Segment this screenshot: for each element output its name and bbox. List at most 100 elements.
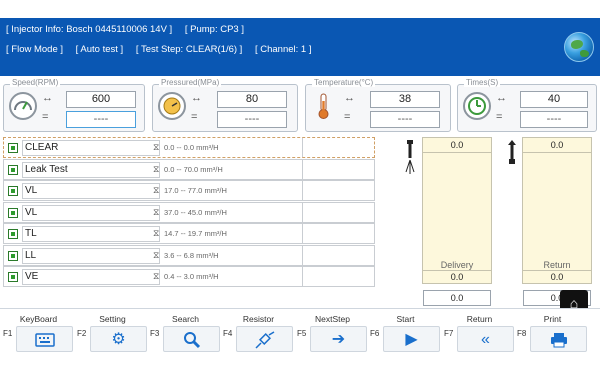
time-caption: Times(S): [464, 78, 501, 87]
equals-symbol: =: [42, 111, 49, 123]
speed-set[interactable]: ----: [66, 111, 136, 128]
delivery-bottom-value: 0.0: [423, 270, 491, 283]
test-step: [ Test Step: CLEAR(1/6) ]: [135, 44, 243, 55]
equals-symbol: =: [496, 111, 503, 123]
delivery-result: 0.0: [423, 290, 491, 306]
step-name: CLEAR: [22, 140, 160, 156]
fkey-number: F4: [223, 329, 233, 338]
f1-keyboard-button[interactable]: KeyBoard F1: [2, 309, 75, 353]
test-row[interactable]: VL ⧖ 17.0 -- 77.0 mm³/H: [3, 180, 375, 201]
test-row[interactable]: VL ⧖ 37.0 -- 45.0 mm³/H: [3, 201, 375, 223]
speed-panel: Speed(RPM) ↔ = 600 ----: [3, 78, 145, 132]
fkey-button[interactable]: ⚙: [90, 326, 147, 352]
f7-return-button[interactable]: Return F7 «: [443, 309, 516, 353]
step-name: LL: [22, 247, 160, 264]
fkey-label: KeyBoard: [19, 314, 58, 324]
header-bar: [ Injector Info: Bosch 0445110006 14V ] …: [0, 18, 600, 76]
equals-symbol: =: [191, 111, 198, 123]
fkey-button[interactable]: ➔: [310, 326, 367, 352]
fkey-button[interactable]: ▶: [383, 326, 440, 352]
keyboard-icon: [17, 327, 72, 351]
arrows-symbol: ↔: [191, 92, 202, 104]
test-row[interactable]: VE ⧖ 0.4 -- 3.0 mm³/H: [3, 266, 375, 287]
fkey-label: Resistor: [242, 314, 275, 324]
step-checkbox[interactable]: [8, 229, 18, 239]
fkey-label: NextStep: [315, 314, 350, 324]
step-range: 0.0 -- 70.0 mm³/H: [164, 164, 223, 174]
injector-icon: ⧖: [153, 206, 160, 217]
column-divider: [302, 267, 303, 286]
pump-info: [ Pump: CP3 ]: [184, 24, 244, 35]
injector-icon: ⧖: [153, 163, 160, 174]
arrows-symbol: ↔: [42, 92, 53, 104]
step-checkbox[interactable]: [8, 186, 18, 196]
pressure-caption: Pressured(MPa): [159, 78, 222, 87]
fkey-number: F8: [517, 329, 527, 338]
step-checkbox[interactable]: [8, 143, 18, 153]
column-divider: [302, 181, 303, 200]
test-row[interactable]: Leak Test ⧖ 0.0 -- 70.0 mm³/H: [3, 158, 375, 180]
step-range: 0.4 -- 3.0 mm³/H: [164, 272, 219, 281]
speed-value[interactable]: 600: [66, 91, 136, 108]
step-range: 3.6 -- 6.8 mm³/H: [164, 250, 219, 260]
fkey-number: F3: [150, 329, 160, 338]
f5-nextstep-button[interactable]: NextStep F5 ➔: [296, 309, 369, 353]
fkey-button[interactable]: [163, 326, 220, 352]
f3-search-button[interactable]: Search F3: [149, 309, 222, 353]
time-value[interactable]: 40: [520, 91, 588, 108]
mode-info-line: [ Flow Mode ] [ Auto test ] [ Test Step:…: [6, 44, 321, 55]
injector-info: [ Injector Info: Bosch 0445110006 14V ]: [6, 24, 173, 35]
search-icon: [164, 327, 219, 351]
step-checkbox[interactable]: [8, 207, 18, 218]
column-divider: [302, 202, 303, 222]
return-injector-icon: [507, 140, 517, 179]
temperature-value[interactable]: 38: [370, 91, 440, 108]
test-row[interactable]: LL ⧖ 3.6 -- 6.8 mm³/H: [3, 244, 375, 266]
temperature-set[interactable]: ----: [370, 111, 440, 128]
fkey-label: Print: [543, 314, 562, 324]
step-name: VL: [22, 204, 160, 221]
time-set[interactable]: ----: [520, 111, 588, 128]
test-step-table: CLEAR ⧖ 0.0 -- 0.0 mm³/H Leak Test ⧖ 0.0…: [3, 137, 375, 288]
pressure-set[interactable]: ----: [217, 111, 287, 128]
column-divider: [302, 159, 303, 179]
step-checkbox[interactable]: [8, 164, 18, 175]
step-name: VE: [22, 269, 160, 285]
step-name: TL: [22, 226, 160, 242]
channel-info: [ Channel: 1 ]: [254, 44, 312, 55]
step-name: VL: [22, 183, 160, 199]
injector-icon: ⧖: [153, 142, 160, 152]
globe-icon[interactable]: [564, 32, 594, 62]
test-row[interactable]: CLEAR ⧖ 0.0 -- 0.0 mm³/H: [3, 137, 375, 158]
f2-setting-button[interactable]: Setting F2 ⚙: [76, 309, 149, 353]
column-divider: [302, 245, 303, 265]
arrow-right-icon: ➔: [331, 331, 346, 348]
printer-icon: [531, 327, 586, 351]
resistor-icon: [237, 327, 292, 351]
pressure-panel: Pressured(MPa) ↔ = 80 ----: [152, 78, 298, 132]
pressure-value[interactable]: 80: [217, 91, 287, 108]
f4-resistor-button[interactable]: Resistor F4: [222, 309, 295, 353]
step-checkbox[interactable]: [8, 250, 18, 261]
step-range: 0.0 -- 0.0 mm³/H: [164, 143, 219, 152]
gear-icon: ⚙: [111, 331, 126, 348]
arrows-symbol: ↔: [496, 92, 507, 104]
speed-caption: Speed(RPM): [10, 78, 61, 87]
fkey-number: F1: [3, 329, 13, 338]
f6-start-button[interactable]: Start F6 ▶: [369, 309, 442, 353]
injector-info-line: [ Injector Info: Bosch 0445110006 14V ] …: [6, 24, 254, 35]
injector-icon: ⧖: [153, 228, 160, 238]
f8-print-button[interactable]: Print F8: [516, 309, 589, 353]
delivery-injector-icon: [405, 140, 415, 179]
step-checkbox[interactable]: [8, 272, 18, 282]
fkey-button[interactable]: «: [457, 326, 514, 352]
fkey-button[interactable]: [530, 326, 587, 352]
test-row[interactable]: TL ⧖ 14.7 -- 19.7 mm³/H: [3, 223, 375, 244]
step-range: 17.0 -- 77.0 mm³/H: [164, 186, 227, 195]
fkey-button[interactable]: [236, 326, 293, 352]
fkey-button[interactable]: [16, 326, 73, 352]
temperature-caption: Temperature(°C): [312, 78, 376, 87]
equals-symbol: =: [344, 111, 351, 123]
fkey-label: Search: [172, 314, 199, 324]
thermometer-icon: [311, 92, 339, 120]
